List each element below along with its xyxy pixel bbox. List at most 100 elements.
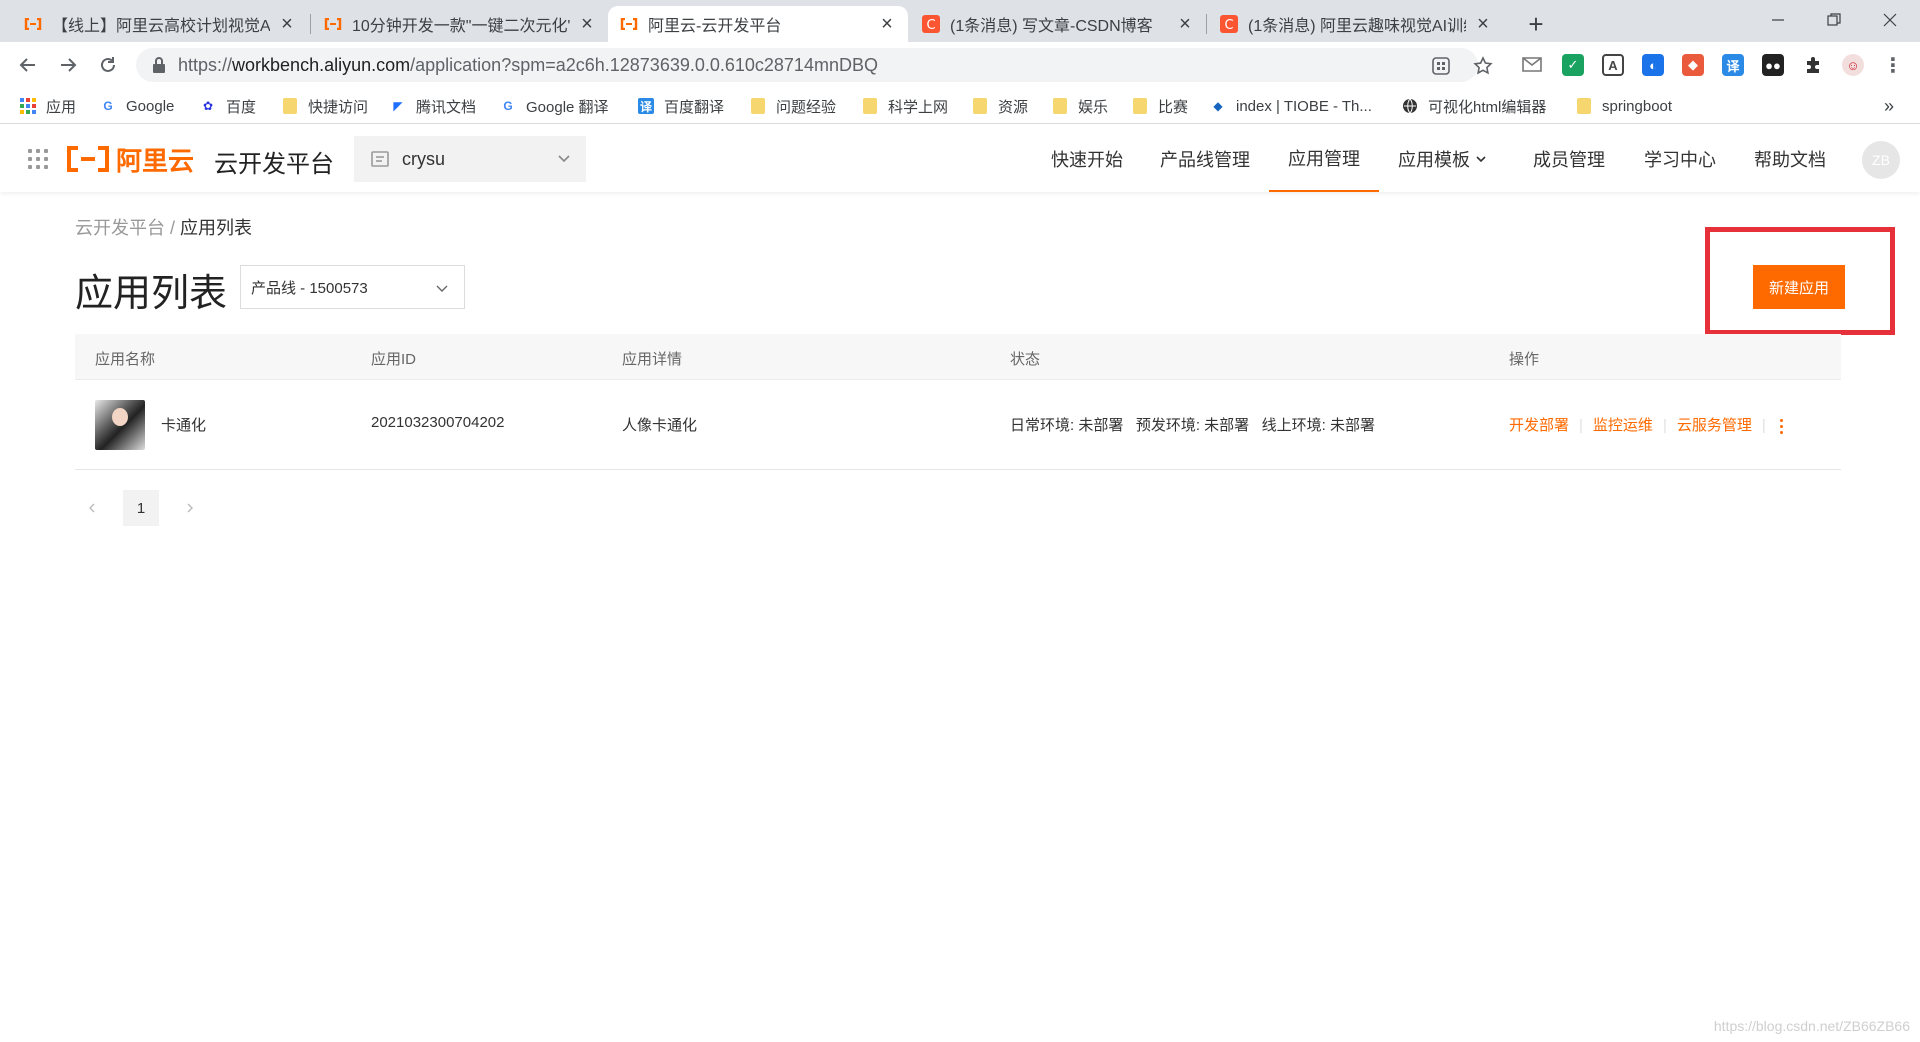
app-thumbnail bbox=[95, 400, 145, 450]
column-header: 操作 bbox=[1509, 351, 1540, 368]
monitor-link[interactable]: 监控运维 bbox=[1593, 417, 1653, 434]
column-header: 应用ID bbox=[371, 351, 417, 368]
logo-text: 阿里云 bbox=[116, 145, 195, 176]
browser-tab[interactable]: C (1条消息) 写文章-CSDN博客 × bbox=[910, 6, 1206, 42]
browser-tab[interactable]: 【线上】阿里云高校计划视觉AI × bbox=[12, 6, 308, 42]
reload-icon[interactable] bbox=[92, 49, 124, 81]
close-icon[interactable]: × bbox=[878, 13, 896, 35]
menu-dots-icon[interactable]: ⋮ bbox=[1882, 54, 1904, 77]
font-extension-icon[interactable]: A bbox=[1602, 54, 1624, 76]
bookmark-label: 腾讯文档 bbox=[416, 98, 477, 116]
nav-members[interactable]: 成员管理 bbox=[1533, 126, 1605, 192]
bookmark-folder[interactable]: 问题经验 bbox=[750, 94, 836, 118]
bookmark-tiobe[interactable]: ◆ index | TIOBE - Th... bbox=[1210, 94, 1372, 118]
table-row: 卡通化 2021032300704202 人像卡通化 日常环境: 未部署 预发环… bbox=[75, 380, 1841, 470]
new-app-button[interactable]: 新建应用 bbox=[1753, 265, 1845, 309]
project-selector[interactable]: crysu bbox=[354, 136, 586, 182]
bookmark-google[interactable]: G Google bbox=[100, 94, 174, 118]
app-table: 应用名称 应用ID 应用详情 状态 操作 卡通化 202103230070420… bbox=[75, 334, 1841, 470]
breadcrumb-root[interactable]: 云开发平台 bbox=[75, 218, 165, 238]
bookmark-folder[interactable]: 娱乐 bbox=[1052, 94, 1108, 118]
bookmark-folder[interactable]: 快捷访问 bbox=[282, 94, 368, 118]
aliyun-logo[interactable]: 阿里云 bbox=[66, 144, 194, 176]
nav-help-docs[interactable]: 帮助文档 bbox=[1754, 126, 1826, 192]
bookmark-baidu-translate[interactable]: 译 百度翻译 bbox=[638, 94, 724, 118]
minimize-icon[interactable] bbox=[1750, 0, 1806, 40]
url-path: /application?spm=a2c6h.12873639.0.0.610c… bbox=[410, 54, 878, 75]
forward-icon[interactable] bbox=[52, 49, 84, 81]
close-icon[interactable]: × bbox=[278, 13, 296, 35]
bookmark-apps[interactable]: 应用 bbox=[20, 94, 76, 118]
page-number[interactable]: 1 bbox=[123, 490, 159, 526]
svg-text:C: C bbox=[1224, 18, 1233, 33]
next-page-icon[interactable] bbox=[173, 491, 207, 525]
tampermonkey-extension-icon[interactable]: ●● bbox=[1762, 54, 1784, 76]
browser-tab-strip: 【线上】阿里云高校计划视觉AI × 10分钟开发一款"一键二次元化"A × 阿里… bbox=[0, 0, 1920, 42]
bookmark-tencent-docs[interactable]: ◤ 腾讯文档 bbox=[390, 94, 476, 118]
app-detail: 人像卡通化 bbox=[622, 417, 698, 434]
nav-app-management[interactable]: 应用管理 bbox=[1269, 126, 1379, 192]
browser-extension-icon[interactable]: ◐ bbox=[1642, 54, 1664, 76]
browser-tab[interactable]: 10分钟开发一款"一键二次元化"A × bbox=[312, 6, 608, 42]
aliyun-icon bbox=[24, 15, 42, 33]
bookmarks-overflow-button[interactable]: » bbox=[1884, 94, 1894, 118]
translate-page-icon[interactable] bbox=[1430, 55, 1452, 77]
restore-icon[interactable] bbox=[1806, 0, 1862, 40]
deploy-link[interactable]: 开发部署 bbox=[1509, 417, 1569, 434]
bookmark-folder[interactable]: 比赛 bbox=[1132, 94, 1188, 118]
prev-page-icon[interactable] bbox=[75, 491, 109, 525]
new-tab-icon[interactable]: + bbox=[1520, 8, 1552, 40]
close-window-icon[interactable] bbox=[1862, 0, 1918, 40]
nav-product-line[interactable]: 产品线管理 bbox=[1160, 126, 1250, 192]
bookmark-label: Google bbox=[126, 97, 175, 115]
globe-icon bbox=[1402, 98, 1418, 114]
pagination: 1 bbox=[75, 490, 207, 526]
bookmark-html-editor[interactable]: 可视化html编辑器 bbox=[1402, 94, 1546, 118]
red-extension-icon[interactable]: ◆ bbox=[1682, 54, 1704, 76]
folder-icon bbox=[972, 98, 988, 114]
bookmark-label: Google 翻译 bbox=[526, 98, 609, 116]
more-vertical-icon[interactable] bbox=[1779, 418, 1783, 434]
nav-quick-start[interactable]: 快速开始 bbox=[1051, 126, 1123, 192]
column-header: 应用详情 bbox=[622, 351, 683, 368]
bookmark-folder[interactable]: 资源 bbox=[972, 94, 1028, 118]
baidu-translate-icon: 译 bbox=[638, 98, 654, 114]
tab-title: (1条消息) 写文章-CSDN博客 bbox=[950, 18, 1153, 35]
tab-title: 10分钟开发一款"一键二次元化"A bbox=[352, 18, 570, 35]
bookmark-google-translate[interactable]: G Google 翻译 bbox=[500, 94, 609, 118]
browser-tab-active[interactable]: 阿里云-云开发平台 × bbox=[608, 6, 908, 42]
google-translate-icon: G bbox=[503, 99, 513, 113]
bookmark-label: 娱乐 bbox=[1078, 98, 1109, 116]
apps-grid-icon[interactable] bbox=[28, 149, 48, 169]
bookmark-label: 资源 bbox=[998, 98, 1029, 116]
browser-tab[interactable]: C (1条消息) 阿里云趣味视觉AI训练 × bbox=[1208, 6, 1504, 42]
profile-icon[interactable]: ☺ bbox=[1842, 54, 1864, 76]
bookmark-label: 可视化html编辑器 bbox=[1428, 98, 1547, 116]
translate-extension-icon[interactable]: 译 bbox=[1722, 54, 1744, 76]
back-icon[interactable] bbox=[12, 49, 44, 81]
product-line-select[interactable]: 产品线 - 1500573 bbox=[240, 265, 465, 309]
app-name[interactable]: 卡通化 bbox=[161, 414, 206, 435]
bookmark-folder[interactable]: springboot bbox=[1576, 94, 1672, 118]
bookmark-baidu[interactable]: ✿ 百度 bbox=[200, 94, 256, 118]
folder-icon bbox=[862, 98, 878, 114]
tiobe-icon: ◆ bbox=[1213, 99, 1223, 113]
svg-text:C: C bbox=[926, 18, 935, 33]
folder-icon bbox=[750, 98, 766, 114]
star-icon[interactable] bbox=[1472, 55, 1494, 77]
tab-title: 【线上】阿里云高校计划视觉AI bbox=[52, 18, 270, 35]
nav-app-templates[interactable]: 应用模板 bbox=[1398, 126, 1488, 192]
close-icon[interactable]: × bbox=[578, 13, 596, 35]
tab-divider bbox=[310, 14, 311, 34]
bookmark-label: 科学上网 bbox=[888, 98, 949, 116]
gmail-extension-icon[interactable] bbox=[1522, 54, 1544, 76]
close-icon[interactable]: × bbox=[1474, 13, 1492, 35]
close-icon[interactable]: × bbox=[1176, 13, 1194, 35]
address-bar[interactable]: https://workbench.aliyun.com/application… bbox=[136, 48, 1478, 82]
cloud-service-link[interactable]: 云服务管理 bbox=[1677, 417, 1752, 434]
bookmark-folder[interactable]: 科学上网 bbox=[862, 94, 948, 118]
nav-learning[interactable]: 学习中心 bbox=[1644, 126, 1716, 192]
adguard-extension-icon[interactable]: ✓ bbox=[1562, 54, 1584, 76]
puzzle-extensions-icon[interactable] bbox=[1802, 54, 1824, 76]
avatar[interactable]: ZB bbox=[1862, 141, 1900, 179]
